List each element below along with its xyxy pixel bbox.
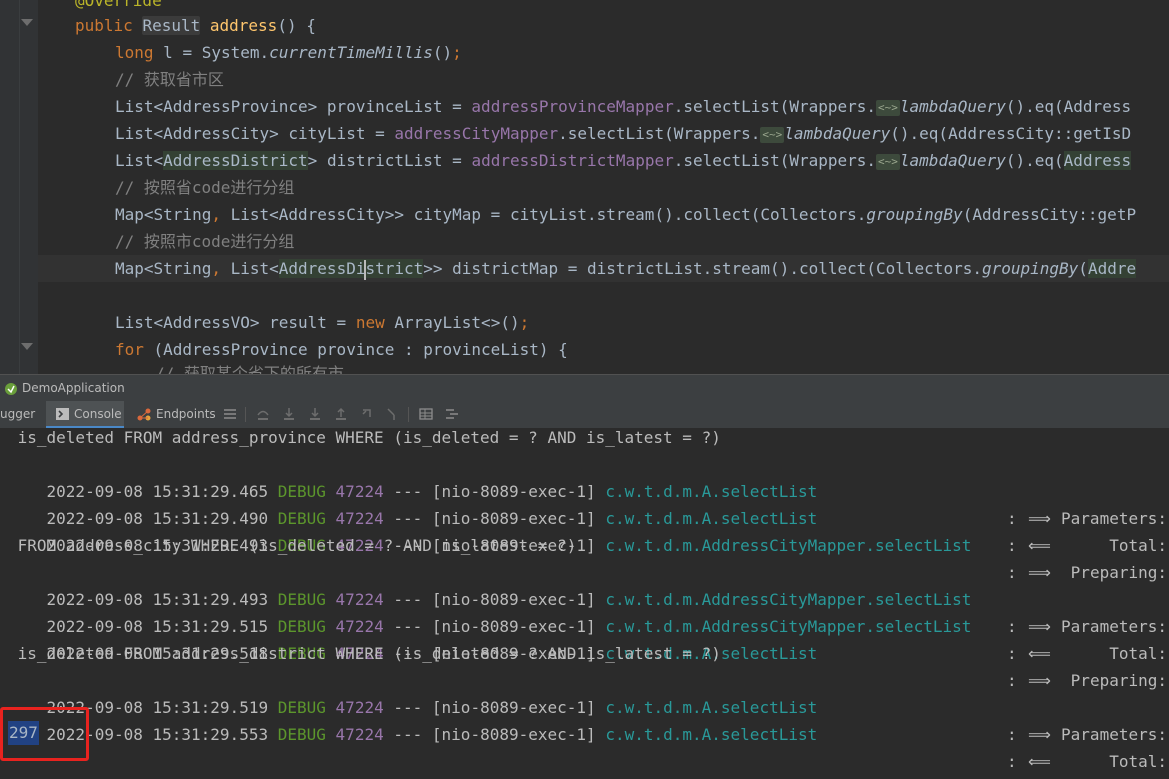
step-over-icon[interactable] [256,407,270,421]
table-icon[interactable] [419,407,433,421]
tab-console-label: Console [74,407,122,421]
run-config-tab[interactable]: DemoApplication [4,378,125,398]
log-line: 2022-09-08 15:31:29.553 DEBUG 47224 --- … [46,725,1167,771]
code-line: List<AddressCity> cityList = addressCity… [115,124,1132,143]
run-config-label: DemoApplication [22,381,125,395]
tab-debugger[interactable]: ugger [0,401,40,428]
log-line: 2022-09-08 15:31:29.490 DEBUG 47224 --- … [46,509,1167,555]
fold-marker-icon[interactable] [21,19,33,26]
toolbar-separator [245,407,246,422]
spring-boot-icon [5,382,17,395]
console-wrap-line: FROM address_city WHERE (is_deleted = ? … [8,536,577,555]
code-editor[interactable]: @Override public Result address() { long… [0,0,1169,374]
code-line: Map<String, List<AddressCity>> cityMap =… [115,205,1137,224]
run-to-cursor-icon[interactable] [386,407,400,421]
code-comment: // 获取省市区 [115,70,224,89]
log-line: 2022-09-08 15:31:29.519 DEBUG 47224 --- … [46,698,1167,744]
code-line: Map<String, List<AddressDistrict>> distr… [115,259,1137,280]
log-line: 2022-09-08 15:31:29.493 DEBUG 47224 --- … [46,536,1167,582]
console-wrap-line: is_deleted FROM address_district WHERE (… [8,644,721,663]
log-line: 2022-09-08 15:31:29.493 DEBUG 47224 --- … [46,590,1167,636]
code-line: public Result address() { [75,16,316,35]
code-comment: // 按照市code进行分组 [115,232,295,251]
code-line: List<AddressProvince> provinceList = add… [115,97,1132,116]
code-line: List<AddressVO> result = new ArrayList<>… [115,313,530,332]
code-comment: // 按照省code进行分组 [115,178,295,197]
toolbar-separator [408,407,409,422]
code-line: for (AddressProvince province : province… [115,340,568,359]
tab-endpoints[interactable]: Endpoints [135,401,216,428]
code-line: List<AddressDistrict> districtList = add… [115,151,1132,170]
code-comment: // 获取某个省下的所有市 [155,364,344,374]
run-toolbar: ugger Console Endpoints [0,401,1169,429]
drop-frame-icon[interactable] [360,407,374,421]
menu-icon[interactable] [223,407,237,421]
trace-icon[interactable] [445,407,459,421]
step-out-icon[interactable] [334,407,348,421]
run-tool-window-header: DemoApplication [0,374,1169,401]
tab-console[interactable]: Console [46,401,124,428]
log-line: 2022-09-08 15:31:29.465 DEBUG 47224 --- … [46,482,1167,528]
force-step-into-icon[interactable] [308,407,322,421]
console-output[interactable]: is_deleted FROM address_province WHERE (… [0,429,1169,779]
log-line: 2022-09-08 15:31:29.518 DEBUG 47224 --- … [46,644,1167,690]
tab-endpoints-label: Endpoints [156,407,216,421]
fold-marker-icon[interactable] [21,343,33,350]
code-line: long l = System.currentTimeMillis(); [115,43,462,62]
console-icon [56,408,69,420]
step-into-icon[interactable] [282,407,296,421]
console-wrap-line: is_deleted FROM address_province WHERE (… [8,429,721,447]
highlight-annotation-box [0,707,89,761]
fold-bar [19,0,29,374]
tab-debugger-label: ugger [0,407,36,421]
endpoints-icon [137,408,151,421]
log-line: 2022-09-08 15:31:29.515 DEBUG 47224 --- … [46,617,1167,663]
